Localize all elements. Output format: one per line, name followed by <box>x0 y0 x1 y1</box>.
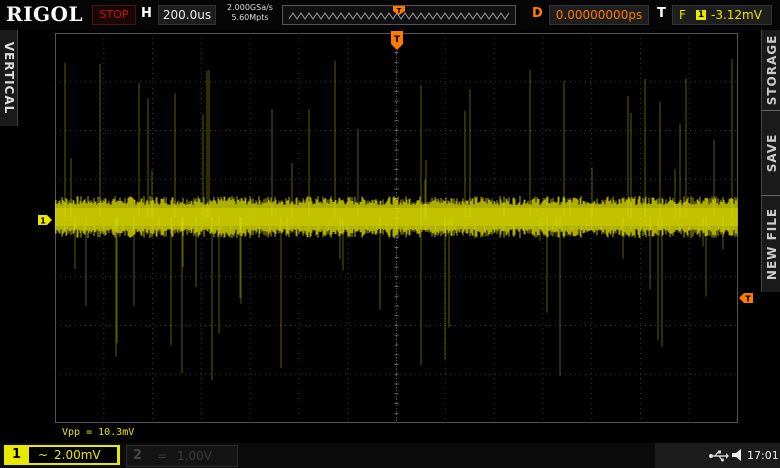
delay-value[interactable]: 0.00000000ps <box>549 5 649 25</box>
right-menu-tabs: STORAGE SAVE NEW FILE <box>761 30 780 292</box>
top-status-bar: RIGOL STOP H 200.0us 2.000GSa/s 5.60Mpts… <box>0 0 780 30</box>
vpp-measurement: Vpp = 10.3mV <box>62 427 135 438</box>
channel2-scale: 1.00V <box>177 449 212 463</box>
tab-save-label: SAVE <box>764 133 779 173</box>
sample-rate: 2.000GSa/s <box>227 3 273 12</box>
channel2-number: 2 <box>133 448 143 463</box>
horizontal-label: H <box>141 6 152 21</box>
memory-depth: 5.60Mpts <box>231 13 269 22</box>
svg-text:T: T <box>394 35 401 45</box>
channel1-number: 1 <box>12 447 22 462</box>
trigger-level: -3.12mV <box>711 8 762 22</box>
tab-storage[interactable]: STORAGE <box>762 30 780 110</box>
vertical-tab-label: VERTICAL <box>1 41 16 115</box>
clock: 17:01 <box>747 449 779 462</box>
trigger-label: T <box>657 6 666 21</box>
trigger-level-marker[interactable]: T <box>739 293 753 303</box>
system-status: 17:01 <box>655 443 780 468</box>
tab-new-file[interactable]: NEW FILE <box>762 196 780 292</box>
timebase-value[interactable]: 200.0us <box>158 5 216 25</box>
svg-text:T: T <box>745 295 751 304</box>
rigol-logo: RIGOL <box>6 2 84 26</box>
run-stop-indicator[interactable]: STOP <box>92 5 136 25</box>
waveform-display[interactable] <box>55 33 738 423</box>
memory-map-bar: T <box>282 5 516 25</box>
channel1-offset-marker[interactable]: 1 <box>38 215 52 225</box>
dc-coupling-icon: = <box>157 449 168 463</box>
memory-waveform-icon: T <box>288 6 510 20</box>
channel2-tab[interactable]: 2 = 1.00V <box>126 445 238 467</box>
tab-new-file-label: NEW FILE <box>764 207 779 281</box>
svg-text:1: 1 <box>40 217 46 226</box>
rising-edge-icon: Ϝ <box>679 8 686 22</box>
channel2-settings: = 1.00V <box>149 448 233 464</box>
tab-save[interactable]: SAVE <box>762 111 780 195</box>
channel1-scale: 2.00mV <box>54 448 101 462</box>
acquisition-info: 2.000GSa/s 5.60Mpts <box>222 3 278 23</box>
channel1-tab[interactable]: 1 ~ 2.00mV <box>4 445 120 465</box>
vertical-menu-tab[interactable]: VERTICAL <box>0 30 18 126</box>
trigger-settings[interactable]: Ϝ 1 -3.12mV <box>672 5 772 25</box>
bottom-channel-bar: 1 ~ 2.00mV 2 = 1.00V 17:01 <box>0 443 780 468</box>
speaker-icon <box>732 449 741 461</box>
svg-text:T: T <box>397 7 402 15</box>
ac-coupling-icon: ~ <box>38 448 49 462</box>
delay-label: D <box>532 6 543 21</box>
trigger-source: 1 <box>696 10 706 20</box>
trigger-position-icon[interactable]: T <box>390 31 404 53</box>
usb-icon <box>709 450 729 462</box>
tab-storage-label: STORAGE <box>764 34 779 106</box>
channel1-waveform <box>55 59 738 381</box>
channel1-settings: ~ 2.00mV <box>29 447 117 463</box>
